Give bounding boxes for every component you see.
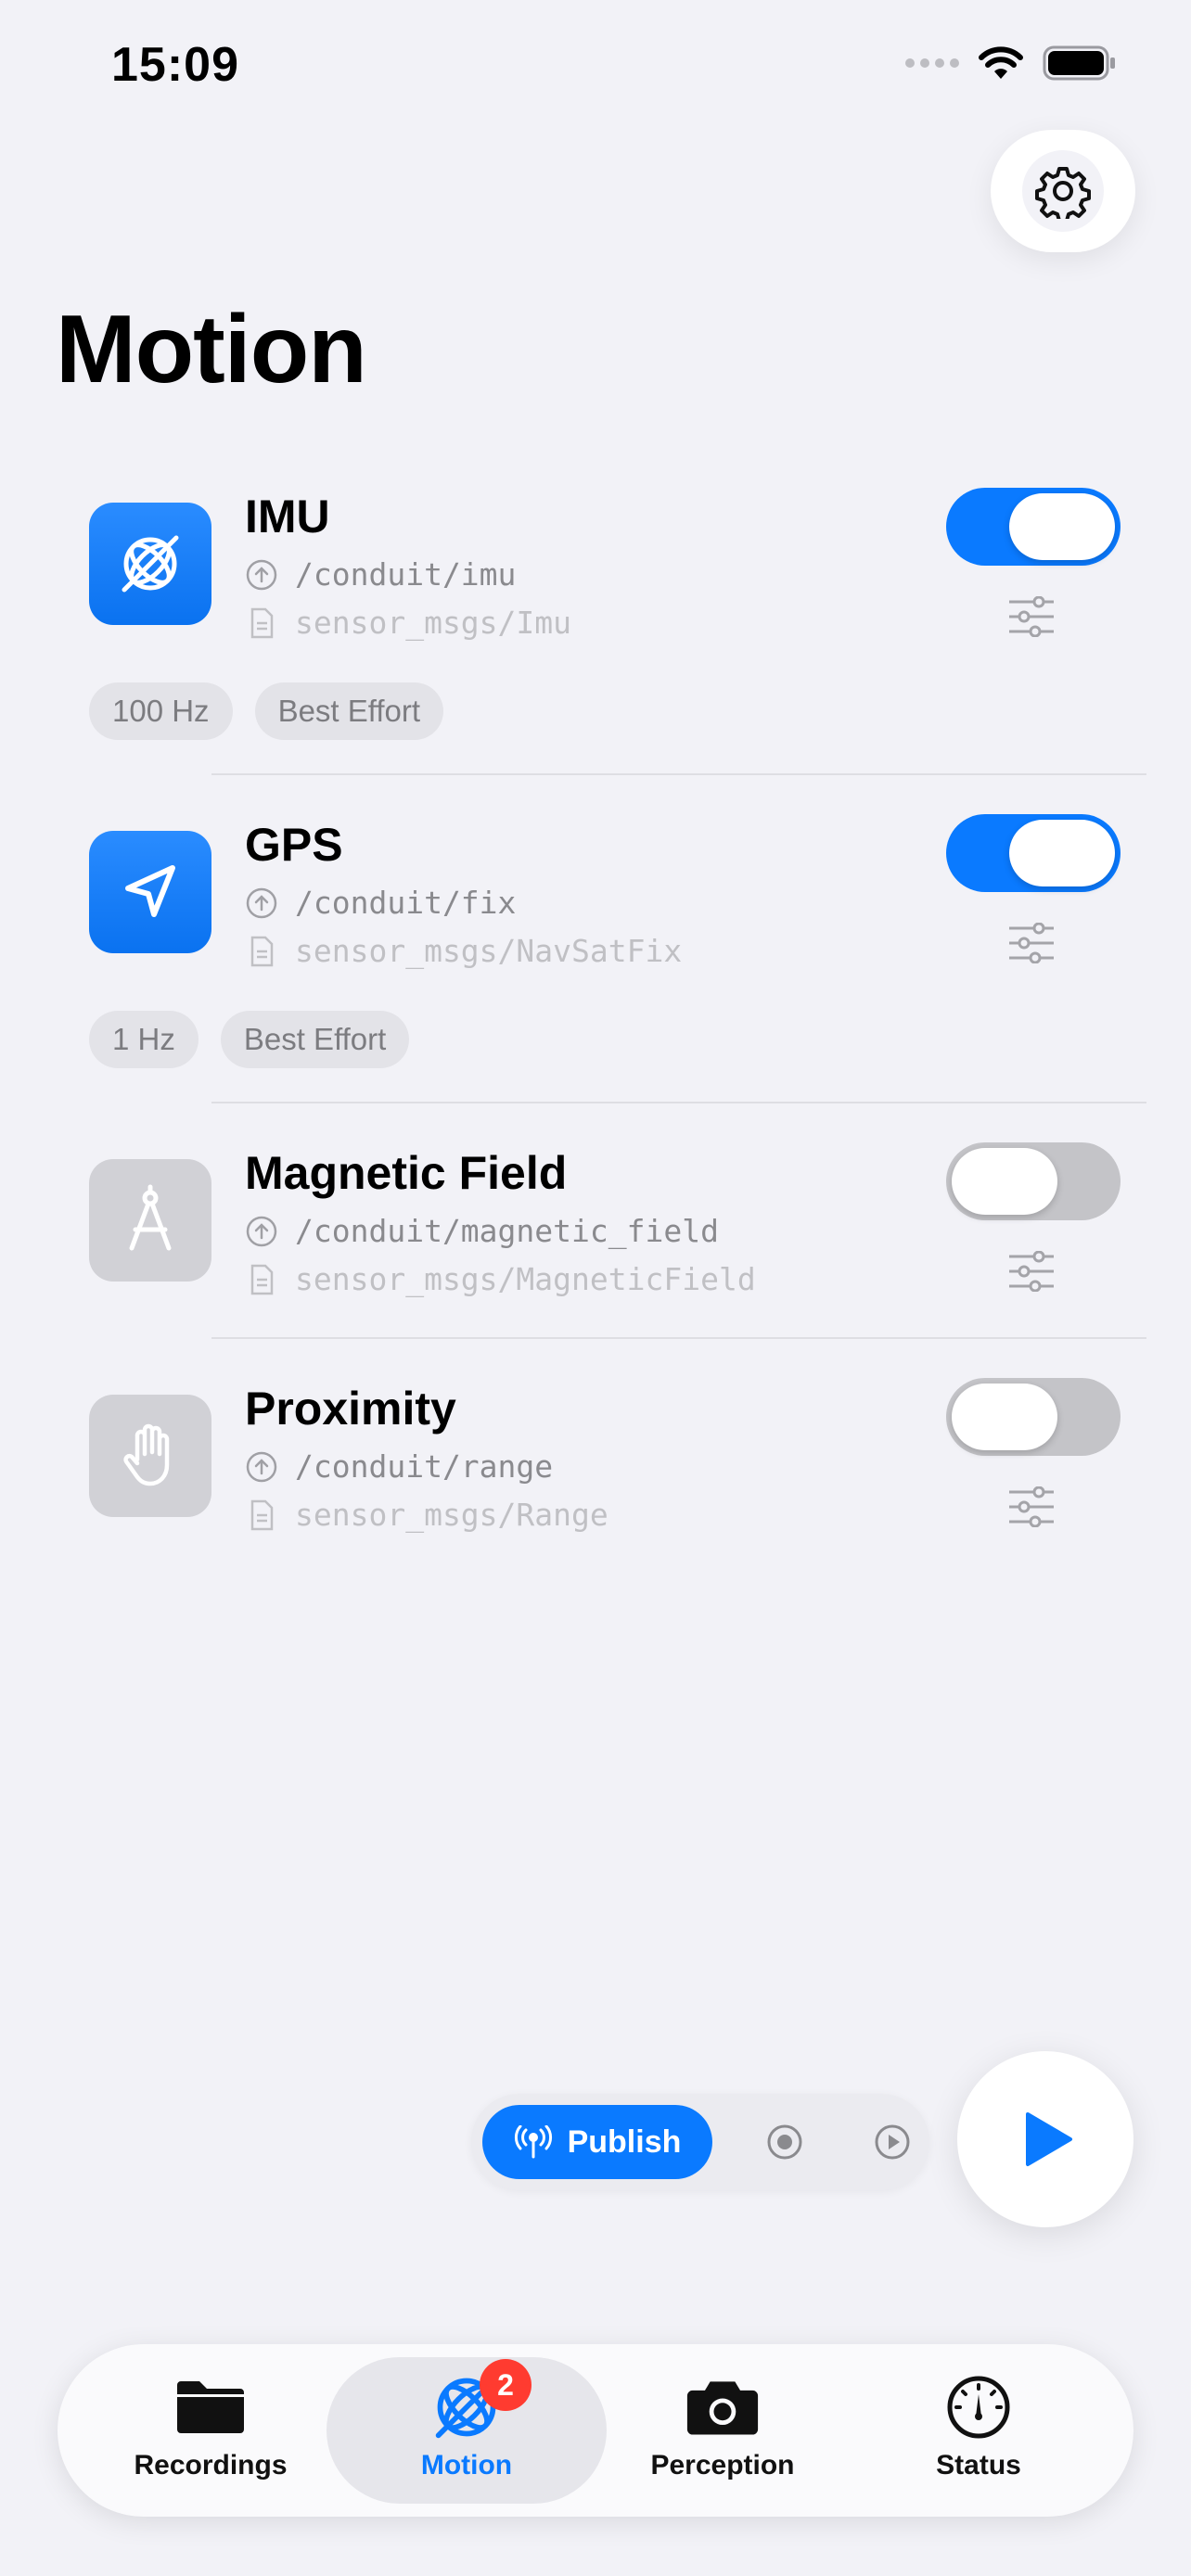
sliders-icon xyxy=(1009,1251,1054,1292)
sensor-topic: /conduit/range xyxy=(295,1448,554,1485)
upload-circle-icon xyxy=(246,1451,277,1482)
play-icon xyxy=(1026,2112,1072,2166)
sensor-type-row: sensor_msgs/Imu xyxy=(245,605,571,641)
wifi-icon xyxy=(979,46,1023,79)
start-button[interactable] xyxy=(957,2051,1133,2227)
magnetic-field-settings-button[interactable] xyxy=(1004,1248,1059,1294)
magnetic-field-icon-tile xyxy=(89,1159,211,1282)
sensor-topic-row: /conduit/magnetic_field xyxy=(245,1213,719,1249)
proximity-toggle[interactable] xyxy=(946,1378,1121,1456)
tab-bar: Recordings 2 Motion Perception Status xyxy=(58,2344,1133,2517)
imu-toggle[interactable] xyxy=(946,488,1121,566)
gear-icon xyxy=(1035,167,1091,219)
tab-perception[interactable]: Perception xyxy=(583,2357,863,2504)
antenna-icon xyxy=(514,2125,552,2159)
sensor-name: Proximity xyxy=(245,1383,456,1435)
sensor-topic-row: /conduit/fix xyxy=(245,885,516,921)
sensor-type: sensor_msgs/MagneticField xyxy=(295,1261,756,1297)
rate-chip: 1 Hz xyxy=(89,1011,198,1068)
qos-chip: Best Effort xyxy=(220,1011,410,1068)
sensor-type: sensor_msgs/NavSatFix xyxy=(295,933,683,969)
sensor-type-row: sensor_msgs/NavSatFix xyxy=(245,933,682,969)
mode-selector: Publish xyxy=(471,2094,929,2190)
upload-circle-icon xyxy=(246,559,277,590)
divider xyxy=(211,773,1146,775)
tab-recordings[interactable]: Recordings xyxy=(70,2357,351,2504)
sensor-type: sensor_msgs/Imu xyxy=(295,605,572,641)
sensor-name: Magnetic Field xyxy=(245,1147,568,1199)
battery-icon xyxy=(1043,45,1115,81)
status-icons xyxy=(905,45,1117,82)
document-icon xyxy=(250,1264,274,1294)
sensor-name: GPS xyxy=(245,819,343,871)
hand-icon xyxy=(123,1423,170,1486)
magnetic-field-toggle[interactable] xyxy=(946,1142,1121,1220)
divider xyxy=(211,1337,1146,1339)
sensor-topic-row: /conduit/imu xyxy=(245,556,516,593)
imu-chips: 100 Hz Best Effort xyxy=(89,682,444,740)
publish-mode-button[interactable]: Publish xyxy=(482,2105,712,2179)
settings-button[interactable] xyxy=(991,130,1135,252)
tab-label: Recordings xyxy=(134,2450,288,2480)
proximity-settings-button[interactable] xyxy=(1004,1484,1059,1530)
rate-chip: 100 Hz xyxy=(89,682,233,740)
camera-icon xyxy=(686,2381,759,2435)
tab-status[interactable]: Status xyxy=(839,2357,1119,2504)
sliders-icon xyxy=(1009,596,1054,637)
gyroscope-icon xyxy=(122,535,179,593)
divider xyxy=(211,1102,1146,1103)
location-arrow-icon xyxy=(125,865,175,917)
sensor-topic: /conduit/imu xyxy=(295,556,517,593)
gauge-icon xyxy=(947,2376,1010,2439)
sensor-topic: /conduit/fix xyxy=(295,885,517,921)
document-icon xyxy=(250,1499,274,1530)
tab-label: Motion xyxy=(420,2450,513,2480)
sliders-icon xyxy=(1009,1486,1054,1527)
qos-chip: Best Effort xyxy=(254,682,444,740)
sensor-topic-row: /conduit/range xyxy=(245,1448,553,1485)
notification-badge: 2 xyxy=(480,2359,531,2411)
status-time: 15:09 xyxy=(111,38,239,92)
document-icon xyxy=(250,607,274,638)
imu-settings-button[interactable] xyxy=(1004,593,1059,640)
upload-circle-icon xyxy=(246,887,277,918)
gps-toggle[interactable] xyxy=(946,814,1121,892)
compass-drafting-icon xyxy=(129,1184,172,1251)
sliders-icon xyxy=(1009,923,1054,963)
play-circle-icon xyxy=(875,2124,910,2160)
proximity-icon-tile xyxy=(89,1395,211,1517)
upload-circle-icon xyxy=(246,1216,277,1246)
folder-icon xyxy=(177,2381,244,2433)
tab-label: Perception xyxy=(650,2450,795,2480)
sensor-type-row: sensor_msgs/Range xyxy=(245,1497,608,1533)
publish-label: Publish xyxy=(567,2123,682,2160)
gps-settings-button[interactable] xyxy=(1004,920,1059,966)
record-mode-button[interactable] xyxy=(762,2120,807,2164)
tab-label: Status xyxy=(936,2450,1021,2480)
sensor-topic: /conduit/magnetic_field xyxy=(295,1213,719,1249)
sensor-type-row: sensor_msgs/MagneticField xyxy=(245,1261,756,1297)
signal-dots-icon xyxy=(905,58,959,68)
record-circle-icon xyxy=(767,2124,802,2160)
imu-icon-tile xyxy=(89,503,211,625)
sensor-name: IMU xyxy=(245,491,330,542)
tab-motion[interactable]: 2 Motion xyxy=(327,2357,607,2504)
sensor-type: sensor_msgs/Range xyxy=(295,1497,608,1533)
page-title: Motion xyxy=(56,296,367,403)
document-icon xyxy=(250,936,274,966)
gps-icon-tile xyxy=(89,831,211,953)
playback-mode-button[interactable] xyxy=(870,2120,915,2164)
gps-chips: 1 Hz Best Effort xyxy=(89,1011,410,1068)
